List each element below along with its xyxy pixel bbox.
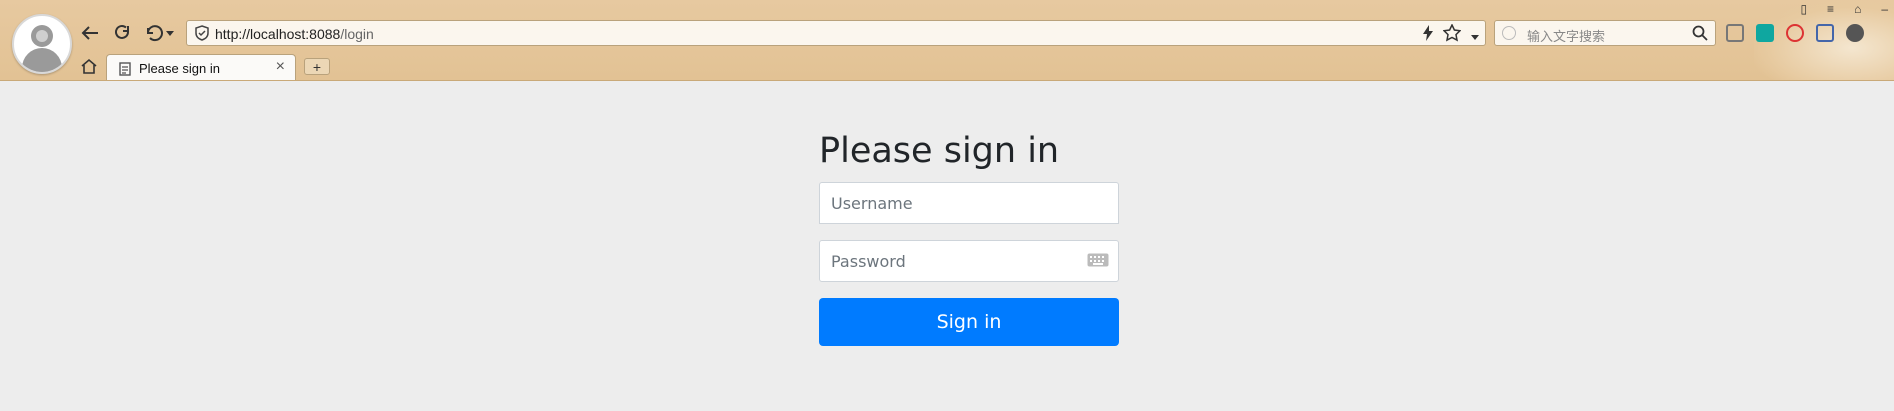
- undo-button[interactable]: [142, 22, 166, 44]
- search-placeholder: 输入文字搜索: [1527, 29, 1606, 44]
- home-icon[interactable]: [80, 58, 98, 79]
- url-host: http://localhost:8088: [215, 26, 341, 42]
- tab-title: Please sign in: [139, 61, 220, 76]
- browser-chrome: http://localhost:8088/login 输入文字搜索 ▯ ≡ ⌂…: [0, 0, 1894, 81]
- minimize-icon[interactable]: –: [1881, 2, 1888, 16]
- close-tab-icon[interactable]: ×: [276, 58, 285, 76]
- search-box[interactable]: 输入文字搜索: [1494, 20, 1716, 46]
- sidebar-icon[interactable]: ▯: [1800, 2, 1807, 16]
- password-field[interactable]: [819, 240, 1119, 282]
- refresh-button[interactable]: [110, 22, 134, 44]
- chevron-down-icon[interactable]: [1471, 27, 1479, 45]
- user-avatar[interactable]: [12, 14, 72, 74]
- search-icon[interactable]: [1692, 25, 1708, 46]
- avatar-badge: [36, 30, 48, 42]
- undo-dropdown[interactable]: [164, 22, 176, 44]
- keyboard-icon[interactable]: [1087, 253, 1109, 272]
- shield-icon: [195, 25, 209, 46]
- game-icon[interactable]: [1726, 24, 1744, 42]
- page-content: Please sign in Sign in: [0, 81, 1894, 411]
- extension-toolbar: [1726, 24, 1864, 42]
- username-field[interactable]: [819, 182, 1119, 224]
- skin-icon[interactable]: ⌂: [1854, 2, 1861, 16]
- page-title: Please sign in: [819, 131, 1060, 171]
- extension-s-icon[interactable]: [1756, 24, 1774, 42]
- back-icon: [81, 26, 98, 40]
- menu-icon[interactable]: ≡: [1827, 2, 1834, 16]
- search-engine-icon[interactable]: [1502, 26, 1516, 40]
- tab-please-sign-in[interactable]: Please sign in ×: [106, 54, 296, 80]
- window-controls: ▯ ≡ ⌂ –: [1800, 2, 1888, 16]
- chevron-down-icon: [166, 30, 174, 36]
- sign-in-button[interactable]: Sign in: [819, 298, 1119, 346]
- document-icon: [119, 62, 131, 80]
- lightning-icon[interactable]: [1423, 25, 1433, 46]
- back-button[interactable]: [78, 22, 102, 44]
- new-tab-button[interactable]: +: [304, 58, 330, 75]
- address-bar[interactable]: http://localhost:8088/login: [186, 20, 1486, 46]
- reader-icon[interactable]: [1816, 24, 1834, 42]
- refresh-icon: [115, 24, 129, 39]
- undo-icon: [147, 25, 163, 42]
- star-icon[interactable]: [1442, 23, 1462, 47]
- more-icon[interactable]: [1846, 24, 1864, 42]
- block-icon[interactable]: [1786, 24, 1804, 42]
- url-text[interactable]: http://localhost:8088/login: [215, 26, 374, 42]
- url-path: /login: [340, 26, 374, 42]
